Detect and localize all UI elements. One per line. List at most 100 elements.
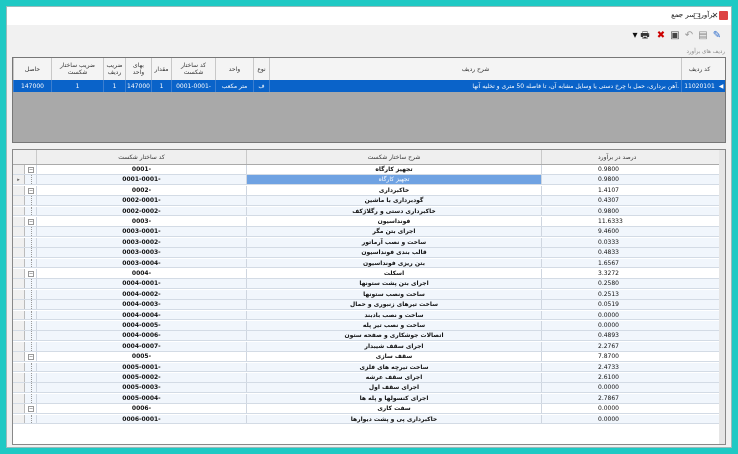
row-selector[interactable]	[13, 248, 25, 258]
table-row[interactable]: 0003-0003- قالب بندی فونداسیون 0.4833	[13, 248, 725, 259]
row-selector[interactable]	[13, 383, 25, 393]
cell-row-desc: آهن برداری، حمل با چرخ دستی یا وسایل مشا…	[269, 80, 681, 92]
cell-wbs-desc: اتصالات جوشکاری و صفحه ستون	[247, 331, 542, 341]
row-selector[interactable]	[13, 341, 25, 351]
table-row[interactable]: 0002-0002- خاکبرداری دستی و رگلاژکف 0.9800	[13, 206, 725, 217]
table-row[interactable]: 0005-0003- اجرای سقف اول 0.0000	[13, 383, 725, 394]
collapse-toggle-icon[interactable]: −	[25, 185, 37, 195]
tree-line	[25, 393, 37, 403]
undo-icon[interactable]: ↶	[683, 30, 695, 42]
row-selector[interactable]	[13, 310, 25, 320]
collapse-toggle-icon[interactable]: −	[25, 404, 37, 414]
table-row[interactable]: −0001- تجهیز کارگاه 0.9800	[13, 165, 725, 175]
tree-line	[25, 341, 37, 351]
row-selector[interactable]	[13, 289, 25, 299]
col-wbs-code[interactable]: کد ساختار شکست	[171, 58, 215, 80]
table-row[interactable]: ▸ 0001-0001- تجهیز کارگاه 0.9800	[13, 175, 725, 186]
print-icon[interactable]: 🖶	[639, 30, 651, 42]
document-icon[interactable]: ▤	[697, 30, 709, 42]
col-qty[interactable]: مقدار	[151, 58, 171, 80]
table-row[interactable]: 0004-0005- ساخت و نصب تیر پله 0.0000	[13, 321, 725, 331]
col-wbs-code[interactable]: کد ساختار شکست	[37, 150, 247, 164]
table-row[interactable]: 0002-0001- گودبرداری با ماشین 0.4307	[13, 196, 725, 207]
table-row[interactable]: 0004-0006- اتصالات جوشکاری و صفحه ستون 0.4…	[13, 331, 725, 342]
table-row[interactable]: 0004-0007- اجرای سقف شیبدار 2.2767	[13, 341, 725, 352]
cell-wbs-desc: ساخت و نصب تیر پله	[247, 321, 542, 330]
collapse-toggle-icon[interactable]: −	[25, 217, 37, 226]
cell-percent: 0.4893	[542, 331, 725, 341]
table-row[interactable]: −0006- سفت کاری 0.0000	[13, 404, 725, 415]
row-selector[interactable]	[13, 269, 25, 278]
row-selector[interactable]	[13, 237, 25, 247]
header-spacer	[13, 150, 37, 164]
cell-wbs-desc: اجرای سقف اول	[247, 383, 542, 393]
row-selector[interactable]	[13, 196, 25, 206]
row-selector[interactable]	[13, 373, 25, 382]
tree-line	[25, 362, 37, 372]
table-row[interactable]: 0004-0001- اجرای بتن پشت ستونها 0.2580	[13, 279, 725, 290]
row-selector[interactable]	[13, 393, 25, 403]
row-header-spacer	[717, 58, 725, 80]
row-selector[interactable]	[13, 300, 25, 310]
collapse-toggle-icon[interactable]: −	[25, 165, 37, 174]
table-row[interactable]: 0006-0001- خاکبرداری پی و پشت دیوارها 0.00…	[13, 414, 725, 425]
collapse-toggle-icon[interactable]: −	[25, 269, 37, 278]
cell-percent: 1.4107	[542, 185, 725, 195]
table-row[interactable]: 0003-0001- اجرای بتن مگر 9.4600	[13, 227, 725, 238]
row-selector[interactable]	[13, 185, 25, 195]
table-row[interactable]: 0004-0003- ساخت تیرهای زنبوری و حمال 0.051…	[13, 300, 725, 311]
row-selector[interactable]	[13, 206, 25, 216]
edit-icon[interactable]: ✎	[711, 30, 723, 42]
row-selector[interactable]	[13, 279, 25, 289]
col-row-coef[interactable]: ضریب ردیف	[103, 58, 125, 80]
cell-qty: 1	[151, 80, 171, 92]
row-selector[interactable]	[13, 321, 25, 330]
row-selector[interactable]	[13, 331, 25, 341]
col-row-desc[interactable]: شرح ردیف	[269, 58, 681, 80]
table-row[interactable]: −0003- فونداسیون 11.6333	[13, 217, 725, 227]
row-selector[interactable]	[13, 352, 25, 362]
row-selector[interactable]	[13, 414, 25, 424]
cell-percent: 2.2767	[542, 341, 725, 351]
cell-wbs-code: 0001-0001-	[37, 175, 247, 185]
table-row[interactable]: 0005-0002- اجرای سقف عرشه 2.6100	[13, 373, 725, 383]
row-selector[interactable]	[13, 258, 25, 268]
table-row[interactable]: 0003-0004- بتن ریزی فونداسیون 1.6567	[13, 258, 725, 269]
row-selector[interactable]	[13, 217, 25, 226]
cell-percent: 0.2580	[542, 279, 725, 289]
row-selector[interactable]	[13, 227, 25, 237]
collapse-toggle-icon[interactable]: −	[25, 352, 37, 362]
col-wbs-coef[interactable]: ضریب ساختار شکست	[51, 58, 103, 80]
cell-percent: 0.0000	[542, 383, 725, 393]
table-row[interactable]: −0002- خاکبرداری 1.4107	[13, 185, 725, 196]
col-wbs-desc[interactable]: شرح ساختار شکست	[247, 150, 542, 164]
vertical-scrollbar[interactable]	[719, 150, 725, 444]
table-row[interactable]: −0004- اسکلت 3.3272	[13, 269, 725, 279]
table-row[interactable]: ◀ 11020101 آهن برداری، حمل با چرخ دستی ی…	[13, 80, 725, 92]
cell-percent: 0.9800	[542, 165, 725, 174]
col-row-code[interactable]: کد ردیف	[681, 58, 717, 80]
table-row[interactable]: 0003-0002- ساخت و نصب آرماتور 0.0333	[13, 237, 725, 248]
row-selector[interactable]	[13, 404, 25, 414]
col-unit[interactable]: واحد	[215, 58, 253, 80]
cell-row-coef: 1	[103, 80, 125, 92]
table-row[interactable]: 0005-0004- اجرای کنسولها و پله ها 2.7867	[13, 393, 725, 404]
table-row[interactable]: 0004-0002- ساخت ونصب ستونها 0.2513	[13, 289, 725, 300]
cell-wbs-desc: گودبرداری با ماشین	[247, 196, 542, 206]
toolbar: ▾ 🖶 ✖ ▣ ↶ ▤ ✎	[7, 26, 731, 48]
row-selector[interactable]: ▸	[13, 175, 25, 185]
col-unit-price[interactable]: بهای واحد	[125, 58, 151, 80]
cell-wbs-desc: ساخت ونصب ستونها	[247, 289, 542, 299]
delete-icon[interactable]: ✖	[655, 30, 667, 42]
row-selector[interactable]	[13, 362, 25, 372]
table-row[interactable]: −0005- سقف سازی 7.8700	[13, 352, 725, 363]
cell-percent: 0.0000	[542, 414, 725, 424]
table-row[interactable]: 0005-0001- ساخت تیرچه های فلزی 2.4733	[13, 362, 725, 373]
col-type[interactable]: نوع	[253, 58, 269, 80]
col-result[interactable]: حاصل	[13, 58, 51, 80]
table-row[interactable]: 0004-0004- ساخت و نصب بادبند 0.0000	[13, 310, 725, 321]
printer-icon[interactable]: ▣	[669, 30, 681, 42]
col-percent[interactable]: درصد در برآورد	[542, 150, 725, 164]
cell-wbs-code: 0005-0001-	[37, 362, 247, 372]
row-selector[interactable]	[13, 165, 25, 174]
